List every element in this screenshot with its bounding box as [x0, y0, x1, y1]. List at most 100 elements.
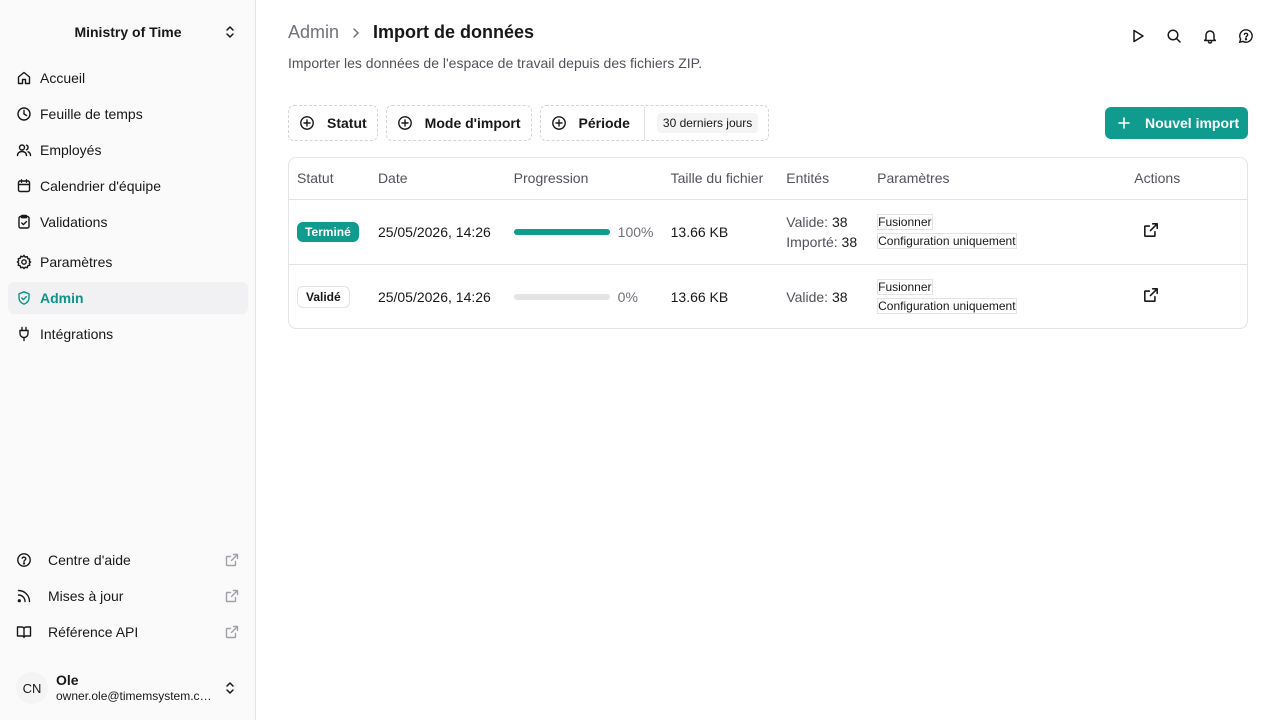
main-content: Admin Import de données Importer les don…	[256, 0, 1280, 720]
search-icon[interactable]	[1164, 24, 1184, 48]
sidebar-item-label: Validations	[40, 214, 108, 230]
progress-bar	[513, 293, 610, 300]
filter-divider	[643, 106, 645, 140]
plug-icon	[16, 326, 32, 342]
chevron-right-icon	[349, 26, 363, 40]
sidebar-item-label: Paramètres	[40, 254, 113, 270]
import-date: 25/05/2026, 14:26	[369, 199, 506, 265]
table-header-row: Statut Date Progression Taille du fichie…	[289, 158, 1247, 200]
status-badge: Terminé	[297, 221, 359, 242]
entities-cell: Valide: 38	[786, 287, 869, 307]
play-icon[interactable]	[1128, 24, 1148, 48]
plus-circle-icon	[299, 115, 315, 131]
progress-percent: 100%	[617, 223, 654, 240]
period-filter-button[interactable]: Période 30 derniers jours	[539, 105, 770, 141]
calendar-icon	[16, 178, 32, 194]
avatar: CN	[16, 672, 48, 704]
external-link-icon	[224, 552, 240, 571]
open-external-icon[interactable]	[1142, 221, 1162, 241]
user-info: Ole owner.ole@timemsystem.com	[56, 672, 212, 704]
rss-icon	[16, 588, 32, 604]
sidebar-item-accueil[interactable]: Accueil	[8, 62, 248, 94]
setting-tag: Configuration uniquement	[877, 233, 1017, 249]
sidebar-item-label: Feuille de temps	[40, 106, 143, 122]
book-icon	[16, 624, 32, 640]
breadcrumb: Admin Import de données	[288, 22, 534, 43]
sidebar-item-label: Employés	[40, 142, 102, 158]
message-help-icon[interactable]	[1236, 24, 1256, 48]
sidebar-item-integrations[interactable]: Intégrations	[8, 318, 248, 350]
sidebar-item-label: Calendrier d'équipe	[40, 178, 161, 194]
column-header: Progression	[505, 158, 663, 200]
user-menu[interactable]: CN Ole owner.ole@timemsystem.com	[8, 666, 248, 710]
gear-icon	[16, 254, 32, 270]
external-link-icon	[224, 624, 240, 643]
sidebar-footer-links: Centre d'aide Mises à jour Référence API	[8, 544, 248, 652]
period-value-chip: 30 derniers jours	[656, 113, 759, 133]
clock-icon	[16, 106, 32, 122]
progress-bar	[513, 228, 610, 235]
api-reference-link[interactable]: Référence API	[8, 616, 248, 648]
table-row: Validé 25/05/2026, 14:26 0% 13.66 KB Val…	[289, 264, 1247, 328]
user-name: Ole	[56, 672, 79, 688]
users-icon	[16, 142, 32, 158]
filter-label: Statut	[327, 115, 367, 131]
imported-label: Importé:	[786, 233, 838, 250]
new-import-button[interactable]: Nouvel import	[1105, 107, 1248, 139]
filter-label: Mode d'import	[424, 115, 521, 131]
header-actions	[1128, 24, 1256, 48]
column-header: Actions	[1126, 158, 1247, 200]
column-header: Date	[369, 158, 506, 200]
imported-count: 38	[841, 233, 858, 250]
file-size: 13.66 KB	[662, 199, 779, 265]
page-subtitle: Importer les données de l'espace de trav…	[288, 55, 703, 71]
progress-percent: 0%	[617, 288, 638, 305]
column-header: Paramètres	[869, 158, 1127, 200]
page-title: Import de données	[373, 22, 535, 42]
status-filter-button[interactable]: Statut	[288, 105, 378, 141]
footer-item-label: Mises à jour	[48, 588, 124, 604]
column-header: Entités	[778, 158, 870, 200]
import-date: 25/05/2026, 14:26	[377, 288, 491, 305]
sidebar-item-admin[interactable]: Admin	[8, 282, 248, 314]
sidebar-nav: Accueil Feuille de temps Employés Calend…	[8, 62, 248, 354]
setting-tag: Fusionner	[877, 279, 933, 296]
sidebar-item-timesheet[interactable]: Feuille de temps	[8, 98, 248, 130]
footer-item-label: Centre d'aide	[48, 552, 131, 568]
valid-label: Valide:	[786, 213, 829, 230]
valid-count: 38	[831, 288, 848, 305]
user-email: owner.ole@timemsystem.com	[56, 689, 212, 703]
chevrons-up-down-icon	[222, 680, 238, 699]
chevrons-up-down-icon	[222, 24, 238, 43]
filter-label: Période	[578, 115, 630, 131]
progress-cell: 100%	[513, 223, 663, 240]
sidebar-item-label: Intégrations	[40, 326, 114, 342]
filter-bar: Statut Mode d'import Période 30 derniers…	[288, 105, 770, 141]
sidebar-item-team-calendar[interactable]: Calendrier d'équipe	[8, 170, 248, 202]
open-external-icon[interactable]	[1142, 286, 1162, 306]
progress-fill	[513, 228, 610, 235]
shield-icon	[16, 290, 32, 306]
sidebar: Ministry of Time Accueil Feuille de temp…	[0, 0, 256, 720]
sidebar-item-employees[interactable]: Employés	[8, 134, 248, 166]
import-mode-filter-button[interactable]: Mode d'import	[385, 105, 532, 141]
table-row: Terminé 25/05/2026, 14:26 100% 13.66 KB …	[289, 199, 1247, 265]
bell-icon[interactable]	[1200, 24, 1220, 48]
help-center-link[interactable]: Centre d'aide	[8, 544, 248, 576]
sidebar-item-settings[interactable]: Paramètres	[8, 246, 248, 278]
plus-circle-icon	[551, 115, 567, 131]
entities-cell: Valide: 38 Importé: 38	[786, 212, 869, 252]
workspace-name: Ministry of Time	[74, 24, 182, 40]
updates-link[interactable]: Mises à jour	[8, 580, 248, 612]
workspace-switcher[interactable]: Ministry of Time	[8, 14, 248, 50]
plus-icon	[1117, 116, 1131, 130]
sidebar-item-validations[interactable]: Validations	[8, 206, 248, 238]
column-header: Statut	[289, 158, 370, 200]
setting-tag: Fusionner	[877, 214, 933, 230]
footer-item-label: Référence API	[48, 624, 139, 640]
help-circle-icon	[16, 552, 32, 568]
sidebar-item-label: Admin	[40, 290, 84, 306]
breadcrumb-admin-link[interactable]: Admin	[288, 22, 339, 43]
status-badge: Validé	[297, 285, 350, 308]
column-header: Taille du fichier	[662, 158, 779, 200]
